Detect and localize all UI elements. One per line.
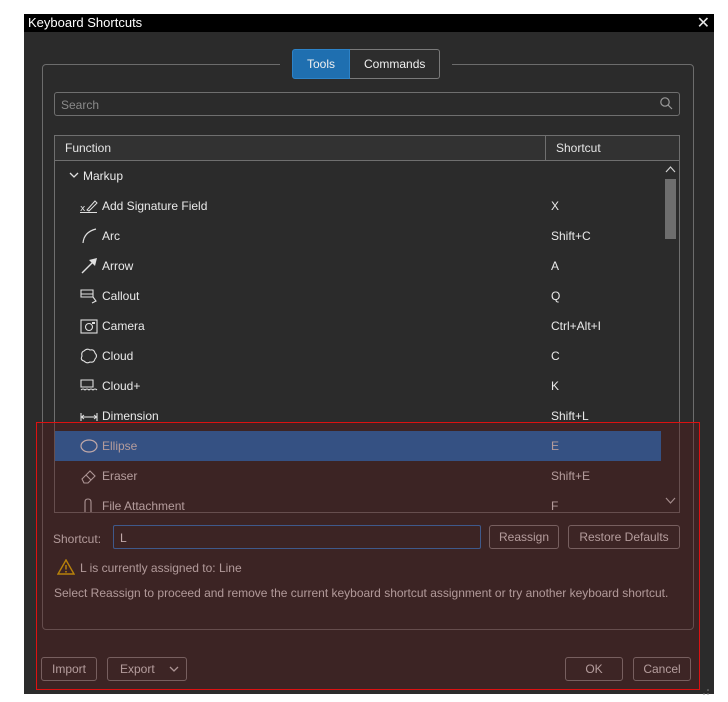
signature-icon: x (80, 200, 98, 214)
vertical-scrollbar[interactable] (662, 161, 678, 511)
function-name: Dimension (102, 409, 159, 423)
shortcut-input[interactable] (118, 528, 472, 548)
shortcut-field (113, 525, 481, 549)
table-row[interactable]: Cloud+ K (55, 371, 661, 401)
import-button[interactable]: Import (41, 657, 97, 681)
function-name: Cloud+ (102, 379, 141, 393)
shortcut-label: Shortcut: (53, 532, 102, 546)
warning-icon (57, 559, 75, 575)
cloud-plus-icon (80, 379, 98, 391)
table-row-selected[interactable]: Ellipse E (55, 431, 661, 461)
shortcut-key: Shift+E (551, 469, 591, 483)
function-name: Camera (102, 319, 145, 333)
function-name: Eraser (102, 469, 138, 483)
search-icon[interactable] (659, 96, 673, 110)
restore-defaults-button[interactable]: Restore Defaults (568, 525, 680, 549)
shortcut-key: E (551, 439, 560, 453)
shortcut-key: A (551, 259, 560, 273)
ellipse-icon (80, 439, 98, 453)
table-header: Function Shortcut (55, 136, 679, 161)
close-button[interactable]: ✕ (697, 13, 710, 33)
function-name: Callout (102, 289, 140, 303)
function-name: Arrow (102, 259, 134, 273)
warning-message: L is currently assigned to: Line (80, 561, 242, 575)
column-header-function[interactable]: Function (65, 141, 111, 155)
group-label: Markup (83, 169, 124, 183)
function-name: Add Signature Field (102, 199, 208, 213)
export-dropdown[interactable]: Export (107, 657, 187, 681)
cancel-button[interactable]: Cancel (633, 657, 691, 681)
search-box (54, 92, 680, 116)
table-row[interactable]: Eraser Shift+E (55, 461, 661, 491)
camera-icon (80, 319, 98, 334)
scrollbar-thumb[interactable] (665, 179, 676, 239)
column-divider[interactable] (545, 136, 546, 160)
group-row-markup[interactable]: Markup (55, 161, 661, 191)
info-message: Select Reassign to proceed and remove th… (54, 586, 669, 600)
tab-bar: Tools Commands (280, 49, 453, 79)
table-row[interactable]: Arc Shift+C (55, 221, 661, 251)
shortcut-key: Ctrl+Alt+I (551, 319, 602, 333)
table-row[interactable]: x Add Signature Field X (55, 191, 661, 221)
table-row[interactable]: Dimension Shift+L (55, 401, 661, 431)
chevron-down-icon (169, 666, 179, 672)
table-row[interactable]: Cloud C (55, 341, 661, 371)
table-row[interactable]: Arrow A (55, 251, 661, 281)
keyboard-shortcuts-dialog: Keyboard Shortcuts ✕ Tools Commands Func… (24, 14, 714, 694)
dialog-title: Keyboard Shortcuts (28, 15, 143, 30)
shortcut-key: Shift+C (551, 229, 591, 243)
dimension-icon (80, 413, 98, 421)
title-bar: Keyboard Shortcuts ✕ (24, 14, 714, 32)
callout-icon (80, 289, 97, 304)
shortcut-key: F (551, 499, 559, 513)
tab-tools[interactable]: Tools (292, 49, 351, 79)
shortcut-key: Q (551, 289, 561, 303)
function-name: File Attachment (102, 499, 185, 513)
scroll-down-icon[interactable] (665, 495, 676, 505)
search-input[interactable] (59, 95, 643, 115)
shortcut-key: Shift+L (551, 409, 589, 423)
function-name: Arc (102, 229, 120, 243)
reassign-button[interactable]: Reassign (489, 525, 559, 549)
export-label: Export (120, 662, 155, 676)
table-row[interactable]: Camera Ctrl+Alt+I (55, 311, 661, 341)
eraser-icon (81, 470, 96, 484)
tab-commands[interactable]: Commands (350, 49, 441, 79)
arrow-icon (81, 258, 97, 274)
function-name: Ellipse (102, 439, 138, 453)
ok-button[interactable]: OK (565, 657, 623, 681)
shortcut-key: K (551, 379, 560, 393)
column-header-shortcut[interactable]: Shortcut (556, 141, 601, 155)
file-attachment-icon (84, 498, 92, 512)
chevron-down-icon[interactable] (69, 170, 79, 180)
scroll-up-icon[interactable] (665, 165, 676, 175)
function-name: Cloud (102, 349, 134, 363)
shortcuts-table: Function Shortcut Markup x Add Signature… (54, 135, 680, 513)
arc-icon (82, 228, 97, 244)
table-row[interactable]: File Attachment F (55, 491, 661, 513)
shortcut-key: C (551, 349, 560, 363)
resize-grip-icon[interactable] (702, 688, 710, 696)
table-row[interactable]: Callout Q (55, 281, 661, 311)
shortcut-key: X (551, 199, 560, 213)
cloud-icon (80, 348, 98, 364)
